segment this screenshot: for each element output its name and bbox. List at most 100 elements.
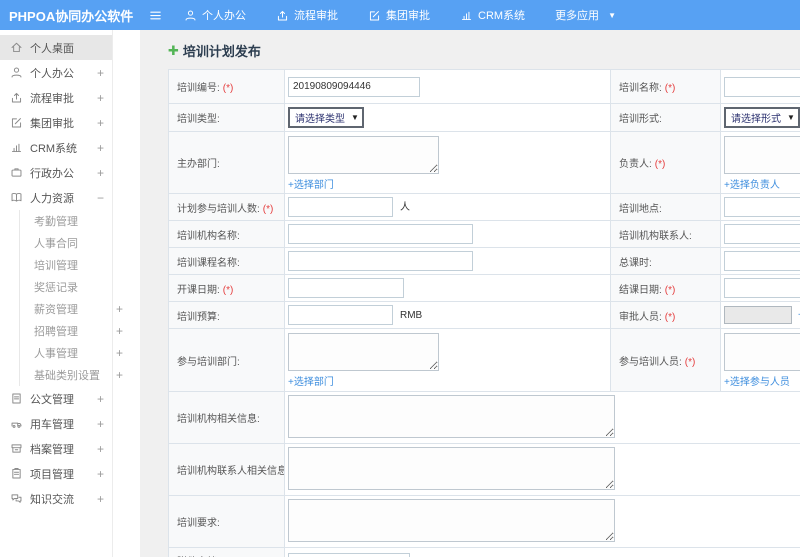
clipboard-icon <box>10 467 23 480</box>
table-row: 培训编号:(*) 培训名称:(*) <box>168 69 800 104</box>
field-label: 培训地点: <box>619 203 662 215</box>
choose-dept-link[interactable]: +选择部门 <box>288 176 334 191</box>
expand-plus-icon[interactable]: + <box>116 368 123 382</box>
nav-label: 集团审批 <box>386 10 430 22</box>
car-icon <box>10 417 23 430</box>
sidebar-item-attendance-mgmt[interactable]: 考勤管理 <box>20 210 112 232</box>
nav-more-apps[interactable]: 更多应用 ▼ <box>555 7 616 23</box>
join-dept-textarea[interactable] <box>288 333 439 371</box>
sidebar-item-workflow-approval[interactable]: 流程审批 + <box>0 85 112 110</box>
sidebar-item-label: 人事管理 <box>34 348 78 360</box>
field-label: 参与培训人员: <box>619 356 682 368</box>
attachment-input[interactable] <box>288 553 410 557</box>
training-plan-form: 培训编号:(*) 培训名称:(*) 培训类型: 请选择类型 ▼ 培训形式: 请选… <box>168 69 800 557</box>
sidebar-item-salary-mgmt[interactable]: 薪资管理 + <box>20 298 123 320</box>
expand-plus-icon[interactable]: + <box>97 417 104 431</box>
training-type-select[interactable]: 请选择类型 ▼ <box>288 107 364 128</box>
expand-plus-icon[interactable]: + <box>97 467 104 481</box>
nav-label: 个人办公 <box>202 10 246 22</box>
requirement-textarea[interactable] <box>288 498 615 542</box>
nav-workflow-approval[interactable]: 流程审批 <box>276 7 338 23</box>
sidebar-item-label: 公文管理 <box>30 393 74 406</box>
hamburger-menu-button[interactable] <box>140 8 170 23</box>
field-label: 负责人: <box>619 159 652 170</box>
nav-group-approval[interactable]: 集团审批 <box>368 7 430 23</box>
org-info-textarea[interactable] <box>288 394 615 438</box>
expand-plus-icon[interactable]: + <box>97 66 104 80</box>
required-mark: (*) <box>222 284 234 296</box>
top-nav: 个人办公 流程审批 集团审批 CRM系统 更多应用 ▼ <box>184 7 646 23</box>
expand-plus-icon[interactable]: + <box>97 392 104 406</box>
end-date-input[interactable] <box>724 278 800 298</box>
nav-crm-system[interactable]: CRM系统 <box>460 7 525 23</box>
training-name-input[interactable] <box>724 76 800 97</box>
contact-info-textarea[interactable] <box>288 446 615 490</box>
sidebar-item-personal-desktop[interactable]: 个人桌面 <box>0 35 112 60</box>
collapse-minus-icon[interactable]: − <box>97 191 104 205</box>
upload-flow-icon <box>276 9 289 22</box>
table-row: 培训类型: 请选择类型 ▼ 培训形式: 请选择形式 ▼ <box>168 103 800 132</box>
required-mark: (*) <box>262 203 274 215</box>
leader-textarea[interactable] <box>724 135 800 174</box>
sidebar-item-label: 基础类别设置 <box>34 370 100 382</box>
sidebar-item-personnel-mgmt[interactable]: 人事管理 + <box>20 342 123 364</box>
top-bar: PHPOA协同办公软件 个人办公 流程审批 集团审批 CRM系统 更多应用 ▼ <box>0 0 800 30</box>
sidebar-item-label: 知识交流 <box>30 493 74 506</box>
field-label: 培训机构名称: <box>177 230 240 242</box>
sidebar-item-personal-office[interactable]: 个人办公 + <box>0 60 112 85</box>
sidebar-item-reward-record[interactable]: 奖惩记录 <box>20 276 112 298</box>
page-title-text: 培训计划发布 <box>182 44 261 59</box>
app-window: PHPOA协同办公软件 个人办公 流程审批 集团审批 CRM系统 更多应用 ▼ … <box>0 0 800 557</box>
start-date-input[interactable] <box>288 278 404 298</box>
expand-plus-icon[interactable]: + <box>116 346 123 360</box>
sidebar-menu: 个人桌面 个人办公 + 流程审批 + 集团审批 + CRM系统 + 行政办公 +… <box>0 30 123 557</box>
page-title: ✚ 培训计划发布 <box>168 41 800 60</box>
choose-leader-link[interactable]: +选择负责人 <box>724 176 780 191</box>
sidebar-item-group-approval[interactable]: 集团审批 + <box>0 110 112 135</box>
sidebar-item-admin-office[interactable]: 行政办公 + <box>0 160 112 185</box>
org-contact-input[interactable] <box>724 224 800 244</box>
host-dept-textarea[interactable] <box>288 135 439 174</box>
selected-option: 请选择类型 <box>295 114 345 125</box>
join-user-textarea[interactable] <box>724 333 800 371</box>
sidebar-item-project-mgmt[interactable]: 项目管理 + <box>0 461 112 486</box>
expand-plus-icon[interactable]: + <box>97 141 104 155</box>
expand-plus-icon[interactable]: + <box>97 492 104 506</box>
expand-plus-icon[interactable]: + <box>116 324 123 338</box>
approver-input[interactable] <box>724 306 792 325</box>
sidebar-item-label: 奖惩记录 <box>34 282 78 294</box>
sidebar-item-recruit-mgmt[interactable]: 招聘管理 + <box>20 320 123 342</box>
sidebar-item-archive-mgmt[interactable]: 档案管理 + <box>0 436 112 461</box>
field-label: 培训类型: <box>177 114 220 125</box>
sidebar-item-human-resources[interactable]: 人力资源 − <box>0 185 112 210</box>
choose-join-user-link[interactable]: +选择参与人员 <box>724 373 790 388</box>
sidebar-item-vehicle-mgmt[interactable]: 用车管理 + <box>0 411 112 436</box>
expand-plus-icon[interactable]: + <box>97 166 104 180</box>
sidebar-item-knowledge-exchange[interactable]: 知识交流 + <box>0 486 112 511</box>
training-no-input[interactable] <box>288 76 420 97</box>
course-name-input[interactable] <box>288 251 473 271</box>
nav-personal-office[interactable]: 个人办公 <box>184 7 246 23</box>
open-book-icon <box>10 191 23 204</box>
sidebar-item-base-category-setting[interactable]: 基础类别设置 + <box>20 364 123 386</box>
training-mode-select[interactable]: 请选择形式 ▼ <box>724 107 800 128</box>
training-org-input[interactable] <box>288 224 473 244</box>
expand-plus-icon[interactable]: + <box>97 91 104 105</box>
budget-input[interactable] <box>288 305 393 325</box>
expand-plus-icon[interactable]: + <box>97 116 104 130</box>
briefcase-icon <box>10 166 23 179</box>
total-hours-input[interactable] <box>724 251 800 271</box>
trainee-count-input[interactable] <box>288 197 393 217</box>
expand-plus-icon[interactable]: + <box>116 302 123 316</box>
sidebar-item-crm-system[interactable]: CRM系统 + <box>0 135 112 160</box>
expand-plus-icon[interactable]: + <box>97 442 104 456</box>
field-label: 培训编号: <box>177 83 220 94</box>
sidebar-item-hr-contract[interactable]: 人事合同 <box>20 232 112 254</box>
training-place-input[interactable] <box>724 197 800 217</box>
choose-join-dept-link[interactable]: +选择部门 <box>288 373 334 388</box>
sidebar-item-training-mgmt[interactable]: 培训管理 <box>20 254 112 276</box>
table-row: 计划参与培训人数: (*) 人 培训地点: <box>168 193 800 221</box>
hamburger-icon <box>148 8 163 23</box>
sidebar-item-document-mgmt[interactable]: 公文管理 + <box>0 386 112 411</box>
unit-suffix: 人 <box>400 201 410 213</box>
